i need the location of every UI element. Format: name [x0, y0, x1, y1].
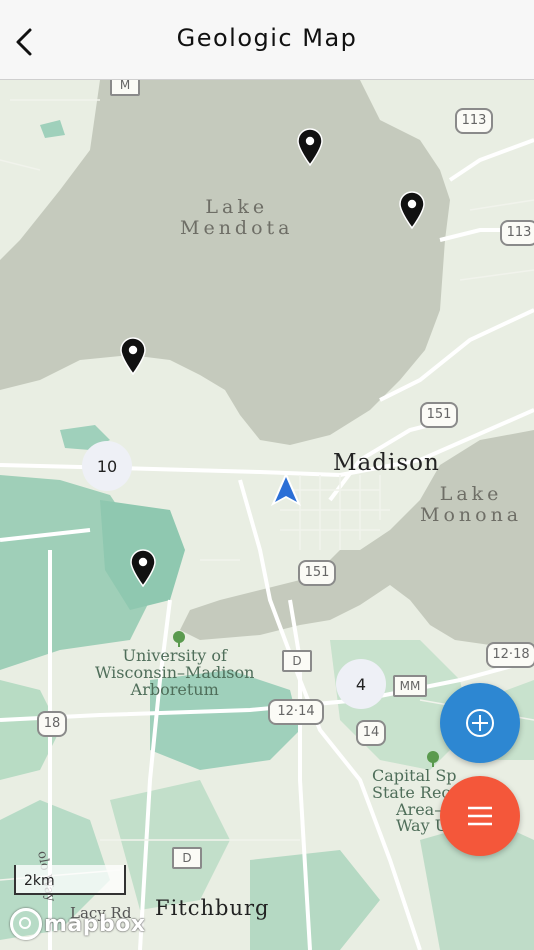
nav-bar: Geologic Map: [0, 0, 534, 80]
map-pin-marker[interactable]: [399, 191, 425, 229]
road-shield-113: 113: [455, 108, 493, 134]
lake-monona-line2: Monona: [420, 504, 523, 526]
map-scale-bar: 2km: [14, 865, 126, 895]
lake-monona-line1: Lake: [439, 483, 503, 505]
marker-cluster[interactable]: 10: [82, 441, 132, 491]
road-shield-d: D: [282, 650, 312, 672]
road-shield-151: 151: [298, 560, 336, 586]
marker-cluster[interactable]: 4: [336, 659, 386, 709]
road-shield-m: M: [110, 80, 140, 96]
road-shield-113: 113: [500, 220, 534, 246]
map-pin-marker[interactable]: [130, 549, 156, 587]
lake-mendota-label: Lake Mendota: [180, 198, 294, 238]
map-pin-marker[interactable]: [297, 128, 323, 166]
map-pin-marker[interactable]: [120, 337, 146, 375]
page-title: Geologic Map: [176, 24, 358, 52]
road-shield-151: 151: [420, 402, 458, 428]
poi-arboretum-line3: Arboretum: [130, 679, 219, 699]
plus-circle-icon: [466, 709, 494, 737]
lake-mendota-line1: Lake: [205, 196, 269, 218]
road-shield-18: 18: [37, 711, 67, 737]
mapbox-mark-icon: [10, 908, 42, 940]
city-label-fitchburg: Fitchburg: [155, 896, 270, 920]
road-shield-14: 14: [356, 720, 386, 746]
road-shield-12-14: 12·14: [268, 699, 324, 725]
road-shield-mm: MM: [393, 675, 427, 697]
road-shield-12-18: 12·18: [486, 642, 534, 668]
scale-label: 2km: [24, 873, 55, 889]
mapbox-logo[interactable]: mapbox: [10, 908, 146, 940]
lake-monona-label: Lake Monona: [420, 485, 522, 525]
mapbox-wordmark: mapbox: [44, 911, 146, 937]
menu-icon: [468, 806, 492, 826]
user-location-arrow-icon: [271, 472, 301, 506]
city-label-madison: Madison: [333, 450, 440, 476]
add-button[interactable]: [440, 683, 520, 763]
menu-button[interactable]: [440, 776, 520, 856]
lake-mendota-line2: Mendota: [180, 217, 294, 239]
road-shield-d: D: [172, 847, 202, 869]
poi-arboretum-label: University of Wisconsin–Madison Arboretu…: [95, 647, 254, 699]
